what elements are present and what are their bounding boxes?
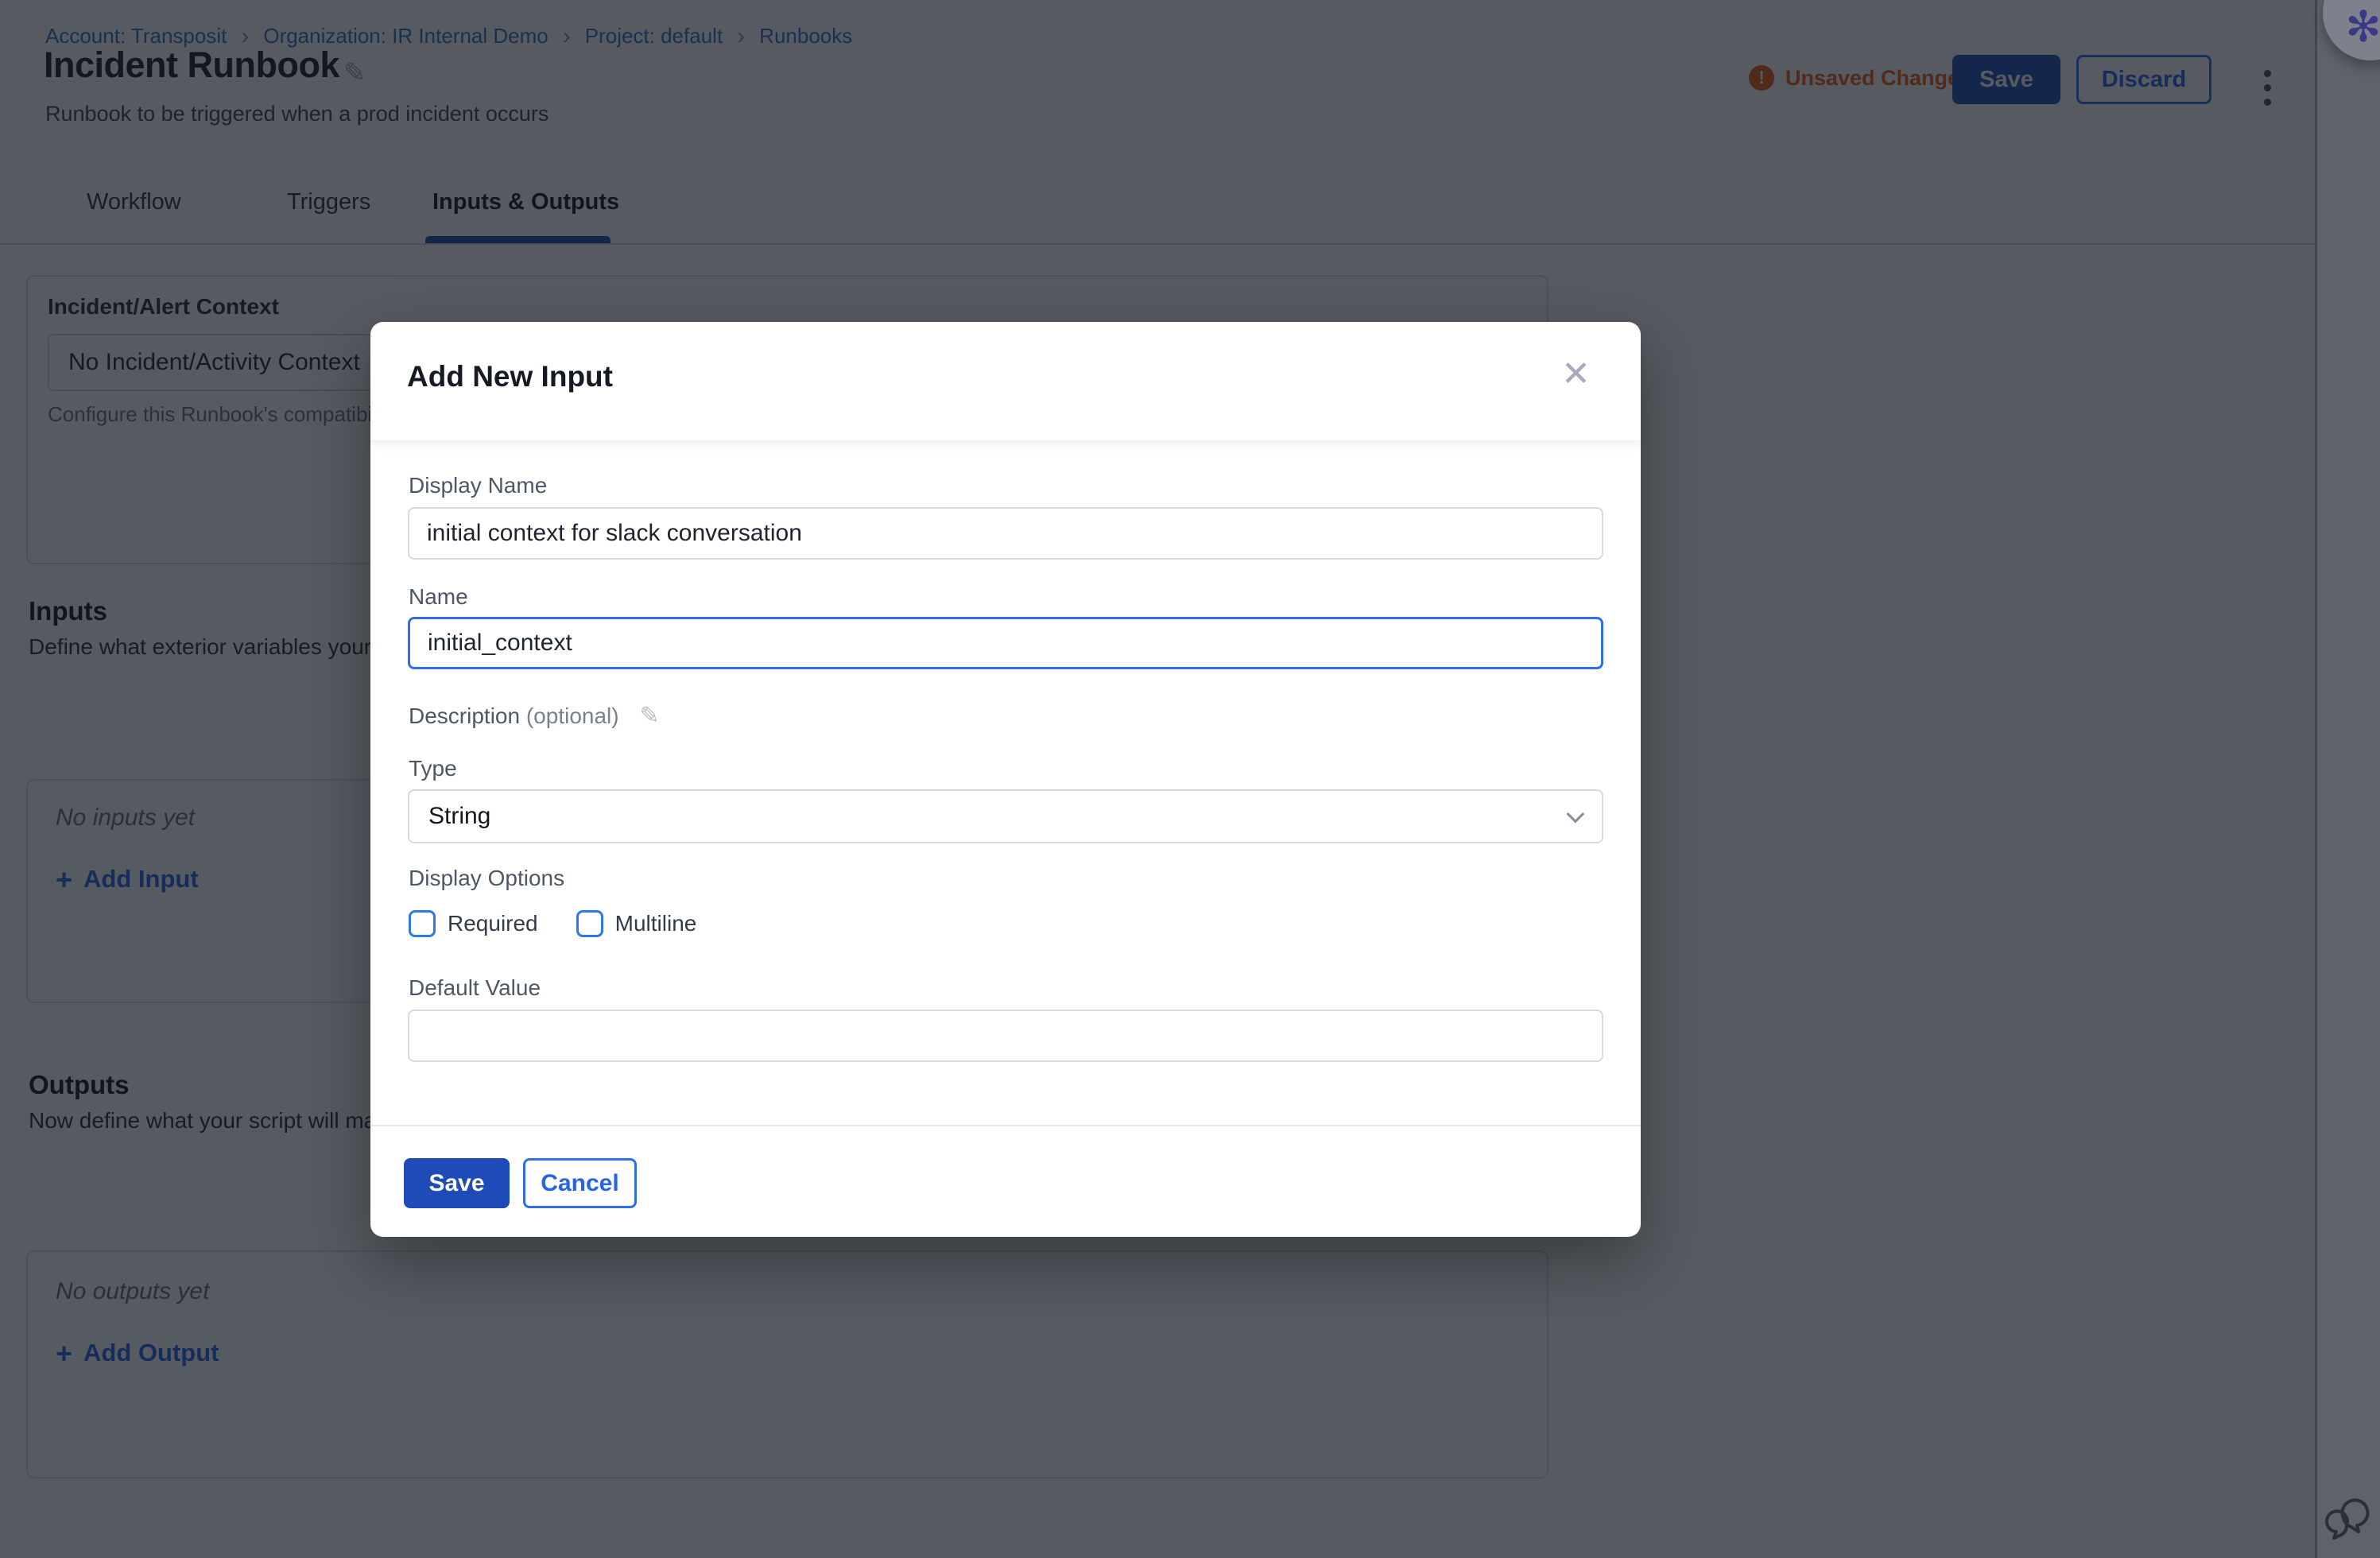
type-select[interactable]: String — [408, 789, 1603, 843]
chat-widget-button[interactable] — [2320, 1488, 2375, 1544]
description-optional-hint: (optional) — [526, 703, 619, 728]
modal-cancel-button[interactable]: Cancel — [523, 1158, 637, 1208]
modal-title: Add New Input — [407, 360, 613, 393]
modal-save-button[interactable]: Save — [404, 1158, 510, 1208]
description-label: Description (optional) ✎ — [409, 702, 660, 730]
required-label: Required — [448, 911, 538, 936]
display-name-label: Display Name — [409, 473, 547, 498]
extension-icon: ✻ — [2345, 2, 2380, 52]
required-checkbox[interactable] — [409, 910, 436, 937]
add-new-input-modal: Add New Input ✕ Display Name Name Descri… — [370, 322, 1641, 1237]
display-options-label: Display Options — [409, 866, 564, 891]
display-options-row: Required Multiline — [409, 910, 696, 937]
scrollbar-gutter — [2315, 0, 2380, 1558]
default-value-input[interactable] — [408, 1010, 1603, 1062]
multiline-label: Multiline — [615, 911, 697, 936]
edit-description-icon[interactable]: ✎ — [639, 703, 659, 729]
chevron-down-icon — [1567, 805, 1585, 824]
description-label-text: Description — [409, 703, 520, 728]
modal-footer-divider — [370, 1125, 1641, 1126]
name-input[interactable] — [408, 617, 1603, 669]
multiline-option[interactable]: Multiline — [576, 910, 697, 937]
display-name-input[interactable] — [408, 507, 1603, 560]
required-option[interactable]: Required — [409, 910, 538, 937]
chat-bubbles-icon — [2320, 1488, 2375, 1544]
default-value-label: Default Value — [409, 975, 541, 1001]
close-icon[interactable]: ✕ — [1561, 354, 1591, 394]
type-select-value: String — [428, 803, 490, 830]
name-label: Name — [409, 584, 468, 610]
multiline-checkbox[interactable] — [576, 910, 603, 937]
type-label: Type — [409, 756, 457, 781]
